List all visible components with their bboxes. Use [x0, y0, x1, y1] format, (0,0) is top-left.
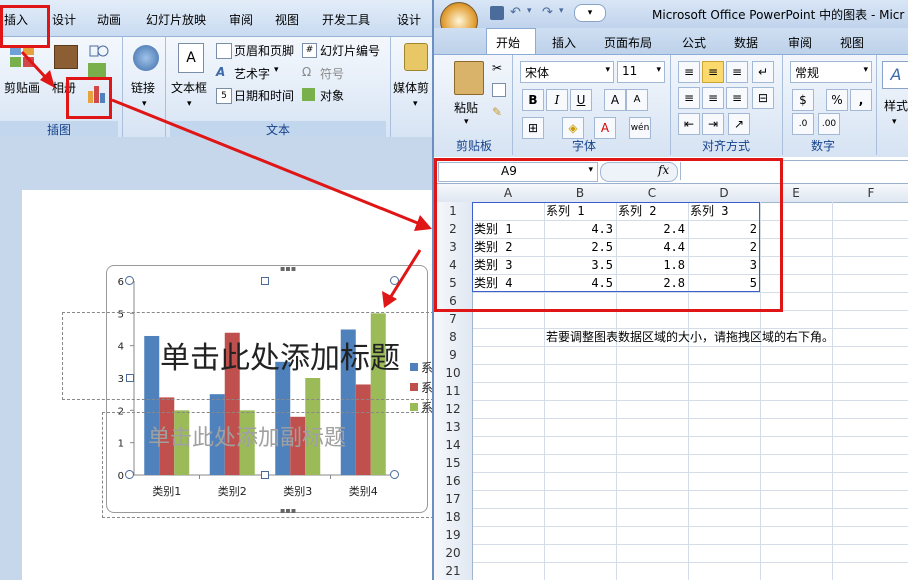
arrow-chart-to-data — [111, 98, 421, 226]
annotation-arrows — [20, 50, 432, 308]
arrow-insert-to-chart — [20, 50, 50, 82]
arrowhead-icon — [382, 291, 397, 308]
arrow-data-to-bar — [388, 249, 422, 299]
